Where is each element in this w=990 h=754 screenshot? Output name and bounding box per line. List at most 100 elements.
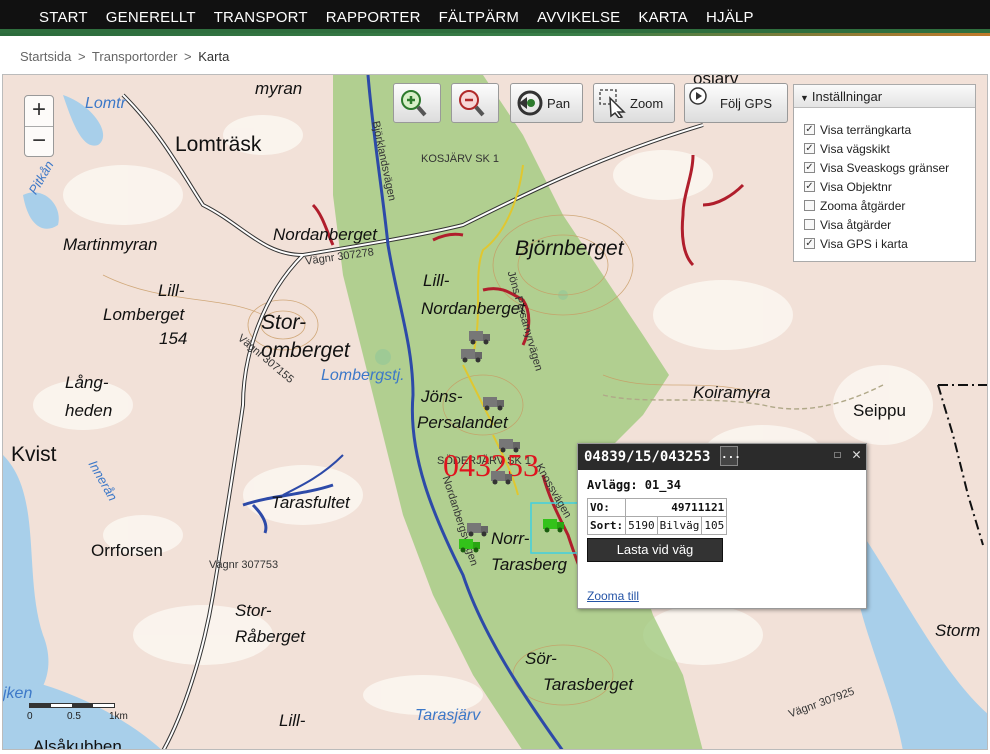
nav-rapporter[interactable]: RAPPORTER — [317, 9, 430, 26]
truck-icon[interactable] — [467, 521, 489, 537]
object-popup: 04839/15/043253 ... ☐ ✕ Avlägg: 01_34 VO… — [577, 443, 867, 609]
nav-generellt[interactable]: GENERELLT — [97, 9, 205, 26]
maximize-icon[interactable]: ☐ — [834, 447, 841, 461]
close-icon[interactable]: ✕ — [852, 445, 861, 463]
settings-header[interactable]: ▼ Inställningar — [794, 85, 975, 108]
avlagg-text: Avlägg: 01_34 — [587, 478, 681, 492]
more-options-button[interactable]: ... — [720, 446, 741, 466]
map-label-road-307753: Vägnr 307753 — [209, 559, 279, 571]
map-label-stor: Stor- — [261, 311, 307, 334]
map-label-stor2: Stor- — [235, 601, 272, 620]
setting-label: Visa vägskikt — [820, 141, 890, 156]
breadcrumb-startsida[interactable]: Startsida — [20, 49, 71, 64]
checkbox[interactable]: ✓ — [804, 181, 815, 192]
scale-label-0: 0 — [27, 711, 33, 722]
truck-icon[interactable] — [499, 437, 521, 453]
nav-start[interactable]: START — [30, 9, 97, 26]
truck-icon[interactable] — [469, 329, 491, 345]
zoom-out-tool-button[interactable] — [451, 83, 499, 123]
map-label-lang: Lång- — [65, 373, 109, 392]
nav-hjalp[interactable]: HJÄLP — [697, 9, 763, 26]
truck-selected-icon[interactable] — [543, 517, 565, 533]
truck-gps-icon[interactable] — [459, 537, 481, 553]
breadcrumb: Startsida > Transportorder > Karta — [20, 49, 229, 64]
setting-label: Visa Sveaskogs gränser — [820, 160, 950, 175]
settings-panel: ▼ Inställningar ✓ Visa terrängkarta ✓ Visa … — [793, 84, 976, 262]
follow-gps-button[interactable]: Följ GPS — [684, 83, 788, 123]
setting-terrain-map[interactable]: ✓ Visa terrängkarta — [804, 120, 975, 139]
map-label-martinmyran: Martinmyran — [63, 235, 158, 254]
collapse-arrow-icon: ▼ — [800, 93, 809, 103]
zoom-to-link[interactable]: Zooma till — [587, 589, 639, 603]
play-icon — [689, 87, 707, 105]
setting-object-number[interactable]: ✓ Visa Objektnr — [804, 177, 975, 196]
settings-title: Inställningar — [811, 89, 883, 104]
checkbox[interactable]: ✓ — [804, 162, 815, 173]
checkbox[interactable] — [804, 200, 815, 211]
zoom-control: + − — [24, 95, 54, 157]
zoom-out-button[interactable]: − — [25, 126, 53, 156]
breadcrumb-separator: > — [184, 49, 192, 64]
nav-avvikelse[interactable]: AVVIKELSE — [528, 9, 629, 26]
map-label-koiramyran: Koiramyra — [693, 383, 771, 402]
sort-number: 105 — [701, 516, 728, 535]
map-label-nordanberget: Nordanberget — [273, 225, 377, 244]
magnifier-plus-icon — [401, 90, 427, 117]
setting-label: Visa GPS i karta — [820, 236, 908, 251]
zoom-box-icon — [599, 89, 626, 118]
map-label-orrforsen: Orrforsen — [91, 541, 163, 560]
setting-label: Visa terrängkarta — [820, 122, 912, 137]
setting-zoom-actions[interactable]: Zooma åtgärder — [804, 196, 975, 215]
map-label-persalandet: Persalandet — [417, 413, 508, 432]
map-label-lill-nordanberget-b: Nordanberget — [421, 299, 525, 318]
table-row: VO: 49711121 — [586, 498, 728, 517]
truck-icon[interactable] — [461, 347, 483, 363]
popup-body: Avlägg: 01_34 VO: 49711121 Sort: 5190 Bi… — [578, 470, 866, 562]
map-label-lomtrask: Lomträsk — [175, 133, 262, 156]
breadcrumb-transportorder[interactable]: Transportorder — [92, 49, 178, 64]
map-label-alsakubben: Alsåkubben — [33, 737, 122, 750]
pan-tool-button[interactable]: Pan — [510, 83, 583, 123]
nav-stripe-gradient — [0, 33, 990, 36]
breadcrumb-current: Karta — [198, 49, 230, 64]
settings-list: ✓ Visa terrängkarta ✓ Visa vägskikt ✓ Visa … — [794, 108, 975, 253]
vo-value: 49711121 — [625, 498, 728, 517]
map-label-154: 154 — [159, 329, 188, 348]
sort-label: Sort: — [586, 516, 627, 535]
magnifier-minus-icon — [459, 90, 485, 117]
zoom-box-tool-button[interactable]: Zoom — [593, 83, 675, 123]
breadcrumb-separator: > — [77, 49, 86, 64]
setting-sveaskog-borders[interactable]: ✓ Visa Sveaskogs gränser — [804, 158, 975, 177]
zoom-in-button[interactable]: + — [25, 96, 53, 126]
map-label-tarasberget: Tarasberget — [543, 675, 634, 694]
map-label-myran: myran — [255, 79, 303, 98]
checkbox[interactable] — [804, 219, 815, 230]
load-at-road-button[interactable]: Lasta vid väg — [587, 538, 723, 562]
map-label-tarasberg: Tarasberg — [491, 555, 567, 574]
checkbox[interactable]: ✓ — [804, 238, 815, 249]
follow-gps-label: Följ GPS — [720, 95, 773, 111]
nav-transport[interactable]: TRANSPORT — [205, 9, 317, 26]
map-label-raberget: Råberget — [235, 627, 305, 646]
vo-label: VO: — [586, 498, 627, 517]
nav-faltparm[interactable]: FÄLTPÄRM — [430, 9, 529, 26]
popup-title: 04839/15/043253 — [584, 449, 711, 465]
setting-label: Visa åtgärder — [820, 217, 892, 232]
map-label-bjornberget: Björnberget — [515, 237, 624, 260]
map-label-tarasfultet: Tarasfultet — [271, 493, 350, 512]
nav-karta[interactable]: KARTA — [629, 9, 697, 26]
checkbox[interactable]: ✓ — [804, 124, 815, 135]
map-label-seippu: Seippu — [853, 401, 906, 420]
setting-road-layer[interactable]: ✓ Visa vägskikt — [804, 139, 975, 158]
checkbox[interactable]: ✓ — [804, 143, 815, 154]
setting-show-actions[interactable]: Visa åtgärder — [804, 215, 975, 234]
scale-label-05: 0.5 — [67, 711, 81, 722]
map-label-lombergstj: Lombergstj. — [321, 367, 405, 384]
map-label-lill-nordanberget-a: Lill- — [423, 271, 450, 290]
zoom-in-tool-button[interactable] — [393, 83, 441, 123]
scale-label-1km: 1km — [109, 711, 128, 722]
map-label-kvist: Kvist — [11, 443, 57, 466]
setting-gps-in-map[interactable]: ✓ Visa GPS i karta — [804, 234, 975, 253]
truck-icon[interactable] — [483, 395, 505, 411]
truck-icon[interactable] — [491, 469, 513, 485]
